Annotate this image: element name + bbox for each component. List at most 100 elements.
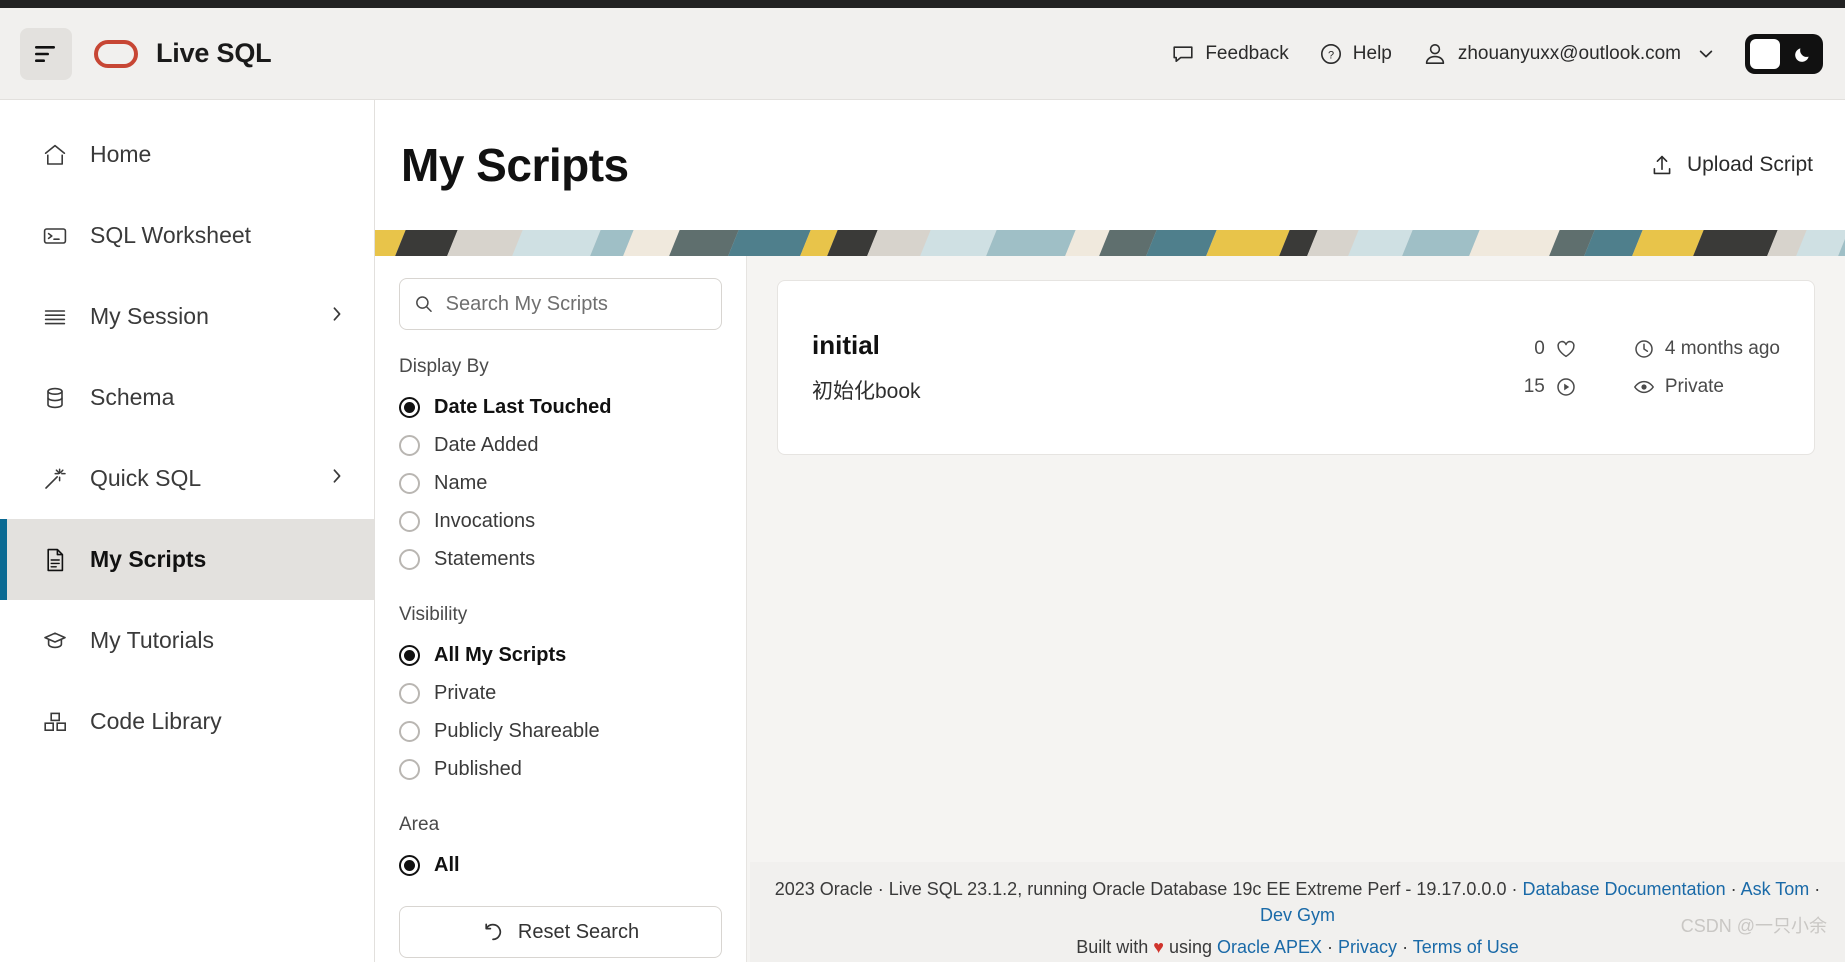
sidebar-item-label: Home [90,141,152,167]
theme-toggle[interactable] [1745,33,1823,74]
sidebar-item-my-tutorials[interactable]: My Tutorials [0,600,374,681]
radio-statements[interactable]: Statements [399,540,722,578]
user-email: zhouanyuxx@outlook.com [1457,42,1681,64]
radio-name[interactable]: Name [399,464,722,502]
radio-all-my-scripts[interactable]: All My Scripts [399,636,722,674]
home-icon [38,142,72,168]
link-dev-gym[interactable]: Dev Gym [1260,905,1335,925]
radio-label: All My Scripts [434,643,567,666]
magic-wand-icon [38,466,72,492]
banner-stripe [1689,230,1781,256]
link-database-documentation[interactable]: Database Documentation [1522,879,1725,899]
user-icon [1425,43,1445,64]
terminal-icon [38,223,72,249]
sidebar-item-code-library[interactable]: Code Library [0,681,374,762]
radio-invocations[interactable]: Invocations [399,502,722,540]
database-icon [38,385,72,411]
link-ask-tom[interactable]: Ask Tom [1741,879,1810,899]
sidebar-item-my-scripts[interactable]: My Scripts [0,519,374,600]
sidebar-item-sql-worksheet[interactable]: SQL Worksheet [0,195,374,276]
banner-stripe [1465,230,1563,256]
sidebar-item-label: Code Library [90,708,222,734]
sidebar-item-label: Schema [90,384,175,410]
eye-icon [1633,380,1654,393]
chevron-right-icon [328,305,346,328]
radio-date-added[interactable]: Date Added [399,426,722,464]
upload-script-button[interactable]: Upload Script [1650,153,1813,177]
results-panel: initial 初始化book 0 15 4 months ago Privat… [747,256,1845,962]
question-circle-icon: ? [1320,43,1341,64]
filters-panel: Display By Date Last Touched Date Added … [375,256,747,962]
search-box[interactable] [399,278,722,330]
sidebar-item-schema[interactable]: Schema [0,357,374,438]
display-by-title: Display By [399,356,489,377]
chevron-down-icon [1699,50,1713,57]
radio-indicator [399,854,420,876]
radio-publicly-shareable[interactable]: Publicly Shareable [399,712,722,750]
radio-date-last-touched[interactable]: Date Last Touched [399,388,722,426]
sidebar-item-label: My Tutorials [90,627,214,653]
undo-icon [485,923,502,941]
hamburger-icon[interactable] [20,27,72,80]
script-title: initial [812,330,880,360]
chevron-right-icon [328,467,346,490]
search-input[interactable] [445,292,707,316]
brand[interactable]: Live SQL [94,38,272,69]
radio-indicator [399,510,420,532]
reset-search-button[interactable]: Reset Search [399,906,722,958]
sidebar-item-home[interactable]: Home [0,114,374,195]
updated-stat: 4 months ago [1633,338,1780,360]
content-area: Display By Date Last Touched Date Added … [375,256,1845,962]
reset-search-label: Reset Search [517,920,640,943]
user-menu[interactable]: zhouanyuxx@outlook.com [1422,41,1715,67]
area-group: Area All [399,814,722,884]
page-title: My Scripts [401,139,629,191]
link-oracle-apex[interactable]: Oracle APEX [1217,937,1322,957]
radio-label: Invocations [434,509,536,532]
radio-area-all[interactable]: All [399,846,722,884]
oracle-oval-icon [94,39,138,68]
main-content: My Scripts Upload Script Search My Scrip… [375,100,1845,962]
upload-script-label: Upload Script [1686,153,1813,176]
radio-label: Private [434,681,497,704]
likes-count: 0 [1534,337,1545,359]
footer-sep: · [1322,937,1339,957]
radio-label: Name [434,471,488,494]
banner-stripe [508,230,604,256]
heart-icon: ♥ [1153,937,1164,957]
sidebar-item-label: My Session [90,303,209,329]
clock-icon [1635,339,1653,358]
list-icon [38,304,72,330]
radio-indicator [399,682,420,704]
meta-stats: 4 months ago Private [1633,338,1780,398]
link-privacy[interactable]: Privacy [1338,937,1397,957]
updated-label: 4 months ago [1664,337,1780,359]
radio-published[interactable]: Published [399,750,722,788]
radio-label: Publicly Shareable [434,719,600,742]
script-card[interactable]: initial 初始化book 0 15 4 months ago Privat… [777,280,1815,455]
heart-icon[interactable] [1555,338,1577,360]
upload-icon [1653,155,1671,175]
link-terms-of-use[interactable]: Terms of Use [1413,937,1519,957]
radio-label: Statements [434,547,536,570]
radio-private[interactable]: Private [399,674,722,712]
speech-bubble-icon [1173,45,1193,62]
sidebar-item-label: SQL Worksheet [90,222,252,248]
help-label: Help [1352,42,1392,64]
footer-sep: · [1725,879,1741,899]
svg-text:?: ? [1328,49,1334,61]
radio-label: All [434,853,460,876]
window-top-strip [0,0,1845,8]
visibility-stat: Private [1633,376,1780,398]
sidebar-item-quick-sql[interactable]: Quick SQL [0,438,374,519]
play-circle-icon[interactable] [1555,376,1577,398]
footer-copyright: 2023 Oracle · Live SQL 23.1.2, running O… [774,879,1523,899]
sidebar-item-my-session[interactable]: My Session [0,276,374,357]
help-button[interactable]: ? Help [1319,42,1392,66]
area-title: Area [399,814,440,835]
feedback-button[interactable]: Feedback [1171,42,1289,66]
display-by-group: Display By Date Last Touched Date Added … [399,356,722,578]
search-icon [416,296,432,312]
theme-toggle-knob [1750,38,1780,69]
radio-indicator [399,758,420,780]
